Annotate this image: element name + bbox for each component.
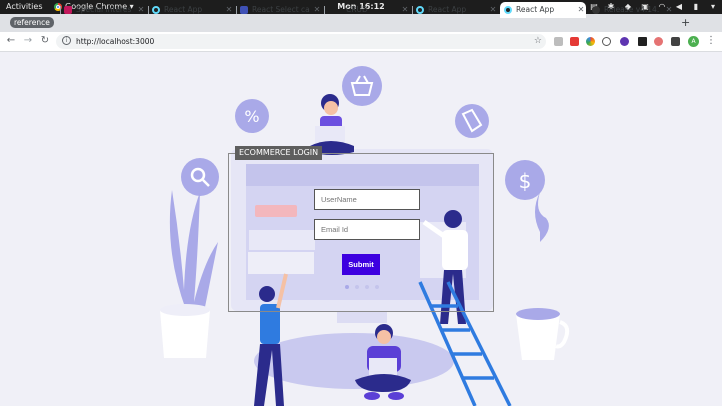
plant-leaves — [169, 190, 218, 312]
tab-group-reference[interactable]: reference — [10, 17, 54, 28]
close-tab-icon[interactable]: ✕ — [400, 2, 410, 18]
site-info-icon[interactable]: i — [62, 36, 71, 45]
browser-menu-icon[interactable]: ⋮ — [706, 35, 716, 46]
login-title: ECOMMERCE LOGIN — [235, 146, 323, 160]
react-favicon-icon — [416, 6, 424, 14]
percent-icon: % — [244, 107, 259, 126]
tab-react-app-1[interactable]: React App ✕ — [148, 2, 234, 18]
power-menu-icon[interactable]: ▾ — [708, 0, 718, 14]
steam-decoration — [535, 192, 549, 242]
activities-button[interactable]: Activities — [6, 0, 43, 14]
submit-button[interactable]: Submit — [342, 254, 380, 275]
profile-avatar[interactable]: A — [688, 36, 699, 47]
close-tab-icon[interactable]: ✕ — [488, 2, 498, 18]
volume-icon[interactable]: ◀ — [674, 0, 684, 14]
new-tab-button[interactable]: + — [681, 16, 690, 29]
address-bar[interactable]: i http://localhost:3000 ☆ — [56, 34, 546, 49]
favicon-icon — [328, 6, 336, 14]
browser-toolbar: ← → ↻ i http://localhost:3000 ☆ A ⋮ — [0, 32, 722, 52]
basket-bubble — [342, 66, 382, 106]
extension-icon[interactable] — [638, 37, 647, 46]
cup — [516, 314, 560, 360]
tab-react-app-active[interactable]: React App ✕ — [500, 2, 586, 18]
close-tab-icon[interactable]: ✕ — [224, 2, 234, 18]
extension-icon[interactable] — [570, 37, 579, 46]
plant-pot-rim — [160, 304, 210, 316]
tab-crud[interactable]: CRUD ✕ — [324, 2, 410, 18]
tab-react-select[interactable]: React Select ca ✕ — [236, 2, 322, 18]
sitting-man-shoe — [364, 392, 380, 400]
tab-special-interest[interactable]: Special Interes ✕ — [60, 2, 146, 18]
username-input[interactable] — [314, 189, 420, 210]
extension-icon[interactable] — [654, 37, 663, 46]
sitting-man-laptop — [369, 358, 397, 376]
tab-release[interactable]: Release v4.14. ✕ — [588, 2, 674, 18]
sitting-man-face — [377, 330, 391, 344]
email-input[interactable] — [314, 219, 420, 240]
extension-icon[interactable] — [554, 37, 563, 46]
woman-face — [324, 101, 338, 115]
floor-shadow — [254, 333, 454, 389]
tab-react-app-2[interactable]: React App ✕ — [412, 2, 498, 18]
battery-icon[interactable]: ▮ — [691, 0, 701, 14]
github-favicon-icon — [592, 6, 600, 14]
favicon-icon — [240, 6, 248, 14]
search-bubble — [181, 158, 219, 196]
close-tab-icon[interactable]: ✕ — [312, 2, 322, 18]
react-favicon-icon — [504, 6, 512, 14]
back-arrow-icon[interactable]: ← — [5, 35, 17, 46]
favicon-icon — [64, 6, 72, 14]
close-tab-icon[interactable]: ✕ — [576, 2, 586, 18]
reload-icon[interactable]: ↻ — [39, 35, 51, 46]
close-tab-icon[interactable]: ✕ — [664, 2, 674, 18]
extensions-puzzle-icon[interactable] — [671, 37, 680, 46]
extension-icon[interactable] — [620, 37, 629, 46]
bookmark-star-icon[interactable]: ☆ — [534, 34, 542, 49]
cup-liquid — [516, 308, 560, 320]
dollar-icon: $ — [519, 169, 532, 193]
extension-icon[interactable] — [586, 37, 595, 46]
url-text[interactable]: http://localhost:3000 — [76, 34, 154, 49]
plant-pot — [160, 310, 210, 358]
forward-arrow-icon[interactable]: → — [22, 35, 34, 46]
monitor-stand — [337, 311, 387, 323]
sitting-man-shoe — [388, 392, 404, 400]
react-favicon-icon — [152, 6, 160, 14]
extension-icon[interactable] — [602, 37, 611, 46]
laptop-screen — [315, 126, 345, 143]
close-tab-icon[interactable]: ✕ — [136, 2, 146, 18]
